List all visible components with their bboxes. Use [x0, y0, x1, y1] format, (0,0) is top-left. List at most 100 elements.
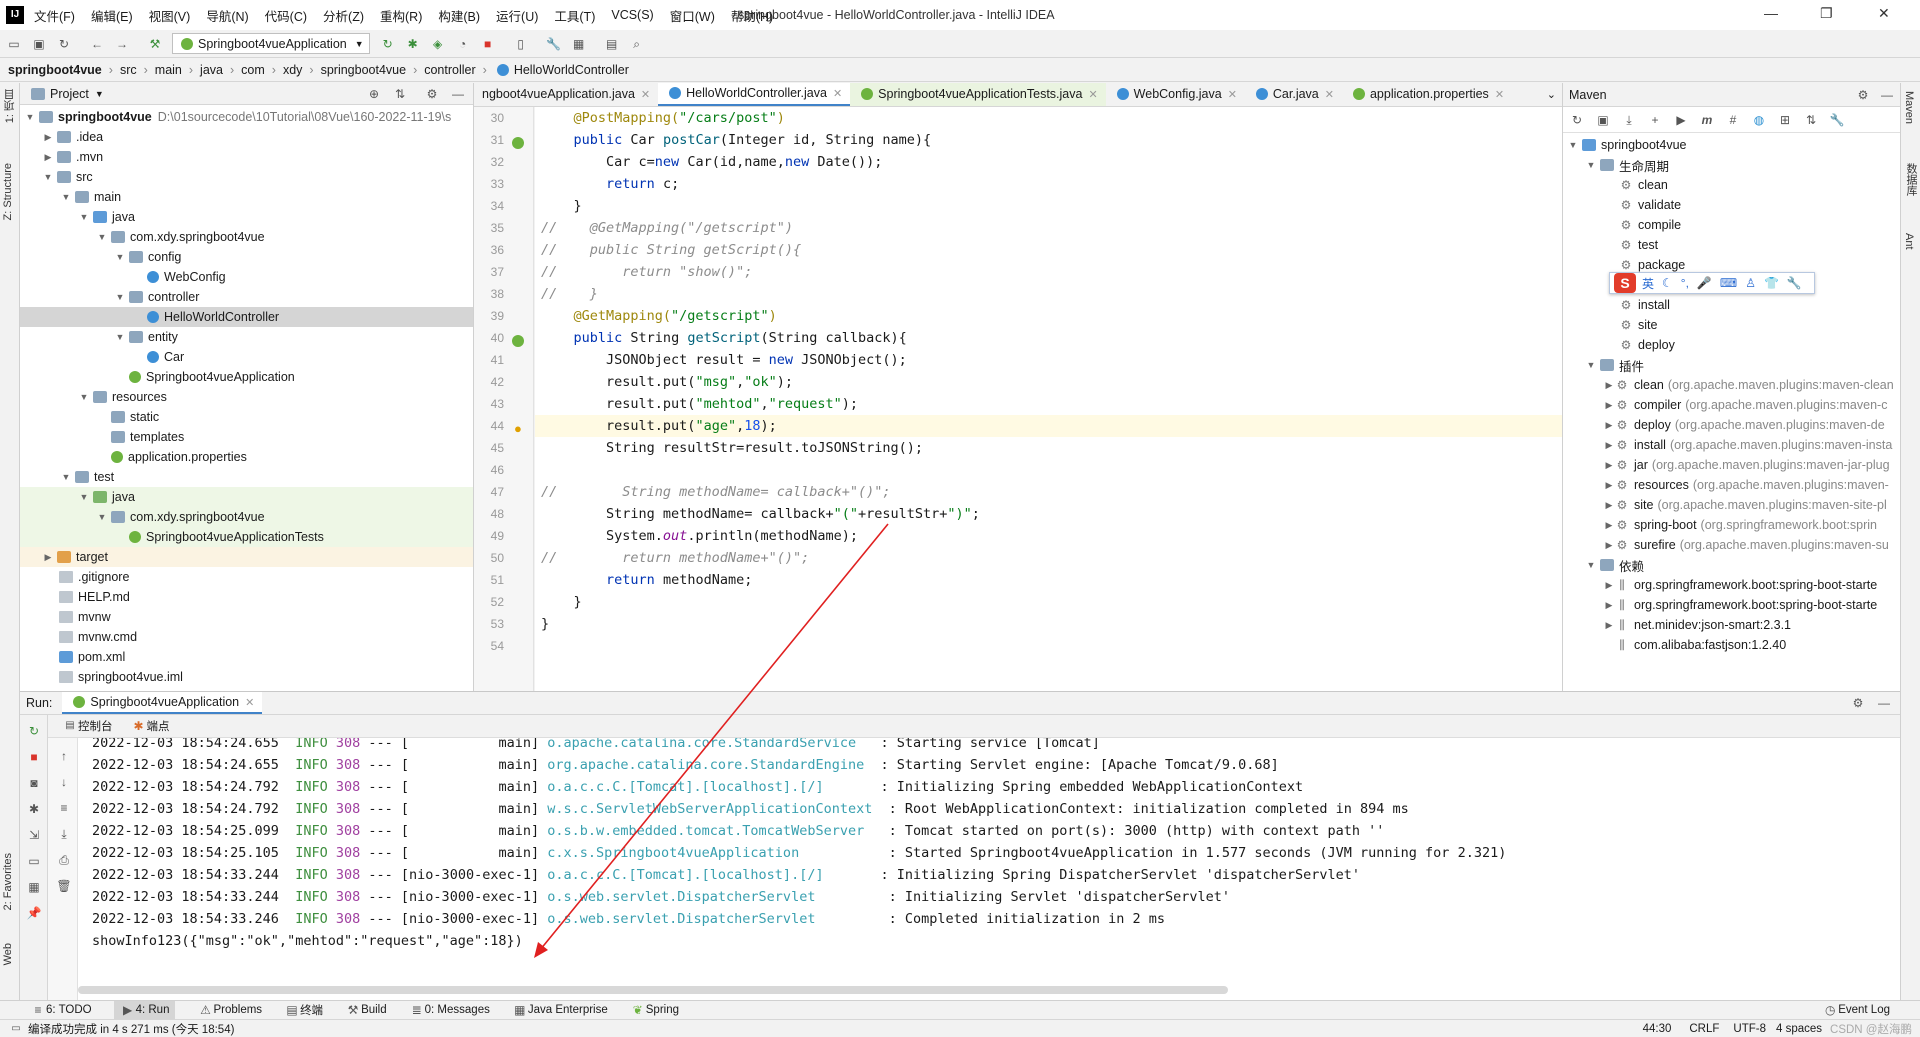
tree-item[interactable]: mvnw.cmd: [20, 627, 473, 647]
caret-down-icon[interactable]: ▼: [1567, 140, 1579, 150]
breadcrumb-main[interactable]: main: [155, 63, 182, 77]
tree-item[interactable]: application.properties: [20, 447, 473, 467]
maven-plugin[interactable]: ▶ ⚙ install (org.apache.maven.plugins:maven…: [1563, 435, 1900, 455]
web-tool-tab[interactable]: Web: [2, 943, 14, 965]
settings-wrench-icon[interactable]: 🔧: [546, 36, 562, 52]
caret-right-icon[interactable]: ▶: [42, 552, 54, 563]
menu-edit[interactable]: 编辑(E): [91, 6, 133, 25]
caret-right-icon[interactable]: ▶: [1603, 580, 1615, 591]
tree-item[interactable]: ▶ .idea: [20, 127, 473, 147]
menu-file[interactable]: 文件(F): [34, 6, 75, 25]
shirt-icon[interactable]: 👕: [1764, 276, 1779, 290]
skip-tests-icon[interactable]: ◍: [1751, 112, 1767, 128]
close-icon[interactable]: ✕: [245, 696, 254, 709]
maven-dependency[interactable]: ⫼ com.alibaba:fastjson:1.2.40: [1563, 635, 1900, 655]
profile-icon[interactable]: ◔: [455, 36, 471, 52]
generate-sources-icon[interactable]: ▣: [1595, 112, 1611, 128]
back-icon[interactable]: ←: [89, 36, 105, 52]
tree-item[interactable]: ▼ com.xdy.springboot4vue: [20, 227, 473, 247]
caret-right-icon[interactable]: ▶: [1603, 520, 1615, 531]
stop-icon[interactable]: ■: [480, 36, 496, 52]
status-indent[interactable]: 4 spaces: [1776, 1023, 1822, 1035]
run-configuration-select[interactable]: Springboot4vueApplication ▼: [172, 33, 370, 54]
maven-plugin[interactable]: ▶ ⚙ spring-boot (org.springframework.boot:s…: [1563, 515, 1900, 535]
exit-icon[interactable]: ⇲: [26, 827, 42, 843]
tree-item[interactable]: Springboot4vueApplication: [20, 367, 473, 387]
ime-toolbar[interactable]: S 英 ☾ °, 🎤 ⌨ ♙ 👕 🔧: [1609, 272, 1815, 294]
run-maven-icon[interactable]: ▶: [1673, 112, 1689, 128]
locate-icon[interactable]: ⊕: [366, 86, 382, 102]
caret-right-icon[interactable]: ▶: [1603, 380, 1615, 391]
menu-view[interactable]: 视图(V): [149, 6, 191, 25]
user-icon[interactable]: ♙: [1745, 276, 1756, 290]
maven-goal[interactable]: ⚙ deploy: [1563, 335, 1900, 355]
close-icon[interactable]: ✕: [1228, 88, 1237, 101]
gear-icon[interactable]: ⚙: [1855, 87, 1871, 103]
caret-right-icon[interactable]: ▶: [1603, 460, 1615, 471]
maven-project[interactable]: ▼ springboot4vue: [1563, 135, 1900, 155]
tab-helloworldcontroller[interactable]: HelloWorldController.java ✕: [658, 83, 851, 106]
caret-down-icon[interactable]: ▼: [114, 252, 126, 262]
caret-right-icon[interactable]: ▶: [1603, 400, 1615, 411]
tree-item-selected[interactable]: HelloWorldController: [20, 307, 473, 327]
caret-down-icon[interactable]: ▼: [114, 332, 126, 342]
tab-run[interactable]: ▶ 4: Run: [113, 1000, 176, 1020]
rerun-icon[interactable]: ↻: [26, 723, 42, 739]
soft-wrap-icon[interactable]: ≡: [56, 800, 72, 816]
tab-messages[interactable]: ≣ 0: Messages: [409, 1002, 490, 1018]
maven-plugin[interactable]: ▶ ⚙ site (org.apache.maven.plugins:maven-si…: [1563, 495, 1900, 515]
breadcrumb-com[interactable]: com: [241, 63, 265, 77]
wrench-icon[interactable]: 🔧: [1787, 276, 1802, 290]
tab-terminal[interactable]: ▤ 终端: [284, 1002, 323, 1018]
down-arrow-icon[interactable]: ↓: [56, 774, 72, 790]
caret-right-icon[interactable]: ▶: [1603, 600, 1615, 611]
maximize-button[interactable]: ❐: [1820, 5, 1833, 22]
caret-down-icon[interactable]: ▼: [24, 112, 36, 122]
breadcrumb-xdy[interactable]: xdy: [283, 63, 302, 77]
collapse-all-icon[interactable]: ⇅: [1803, 112, 1819, 128]
search-icon[interactable]: ⌕: [629, 36, 645, 52]
execute-goal-icon[interactable]: m: [1699, 112, 1715, 128]
git-icon[interactable]: ▯: [513, 36, 529, 52]
coverage-icon[interactable]: ◈: [430, 36, 446, 52]
maven-plugin[interactable]: ▶ ⚙ compiler (org.apache.maven.plugins:mave…: [1563, 395, 1900, 415]
tree-item[interactable]: ▼ entity: [20, 327, 473, 347]
caret-down-icon[interactable]: ▼: [78, 212, 90, 222]
tree-item[interactable]: ▼ config: [20, 247, 473, 267]
reload-icon[interactable]: ↻: [1569, 112, 1585, 128]
tab-java-enterprise[interactable]: ▦ Java Enterprise: [512, 1002, 608, 1018]
menu-window[interactable]: 窗口(W): [670, 6, 715, 25]
caret-right-icon[interactable]: ▶: [1603, 440, 1615, 451]
hide-icon[interactable]: —: [450, 86, 466, 102]
forward-icon[interactable]: →: [114, 36, 130, 52]
tab-applicationtests[interactable]: Springboot4vueApplicationTests.java ✕: [850, 83, 1106, 106]
menu-build[interactable]: 构建(B): [438, 6, 480, 25]
tree-item[interactable]: templates: [20, 427, 473, 447]
tree-item[interactable]: pom.xml: [20, 647, 473, 667]
caret-down-icon[interactable]: ▼: [1585, 360, 1597, 370]
tree-item[interactable]: ▼ main: [20, 187, 473, 207]
tree-item[interactable]: ▶ .mvn: [20, 147, 473, 167]
hide-icon[interactable]: —: [1879, 87, 1895, 103]
punctuation-icon[interactable]: °,: [1681, 276, 1689, 290]
tab-build[interactable]: ⚒ Build: [345, 1002, 387, 1018]
database-tool-tab[interactable]: 数据库: [1903, 163, 1919, 196]
run-tab[interactable]: Springboot4vueApplication ✕: [62, 692, 263, 714]
save-all-icon[interactable]: ▣: [31, 36, 47, 52]
maven-dependency[interactable]: ▶ ⫼ org.springframework.boot:spring-boot-s…: [1563, 595, 1900, 615]
menu-run[interactable]: 运行(U): [496, 6, 538, 25]
show-dependencies-icon[interactable]: ⊞: [1777, 112, 1793, 128]
maven-settings-icon[interactable]: 🔧: [1829, 112, 1845, 128]
maven-goal[interactable]: ⚙ compile: [1563, 215, 1900, 235]
tab-todo[interactable]: ≡ 6: TODO: [30, 1002, 91, 1018]
trash-icon[interactable]: 🗑: [56, 878, 72, 894]
caret-down-icon[interactable]: ▼: [96, 232, 108, 242]
tab-spring[interactable]: ❦ Spring: [630, 1002, 679, 1018]
close-window-button[interactable]: ✕: [1878, 5, 1890, 22]
caret-down-icon[interactable]: ▼: [78, 492, 90, 502]
tree-item[interactable]: static: [20, 407, 473, 427]
keyboard-icon[interactable]: ⌨: [1720, 276, 1737, 290]
tree-item[interactable]: ▼ java: [20, 487, 473, 507]
scroll-to-end-icon[interactable]: ⤓: [56, 826, 72, 842]
download-icon[interactable]: ⤓: [1621, 112, 1637, 128]
